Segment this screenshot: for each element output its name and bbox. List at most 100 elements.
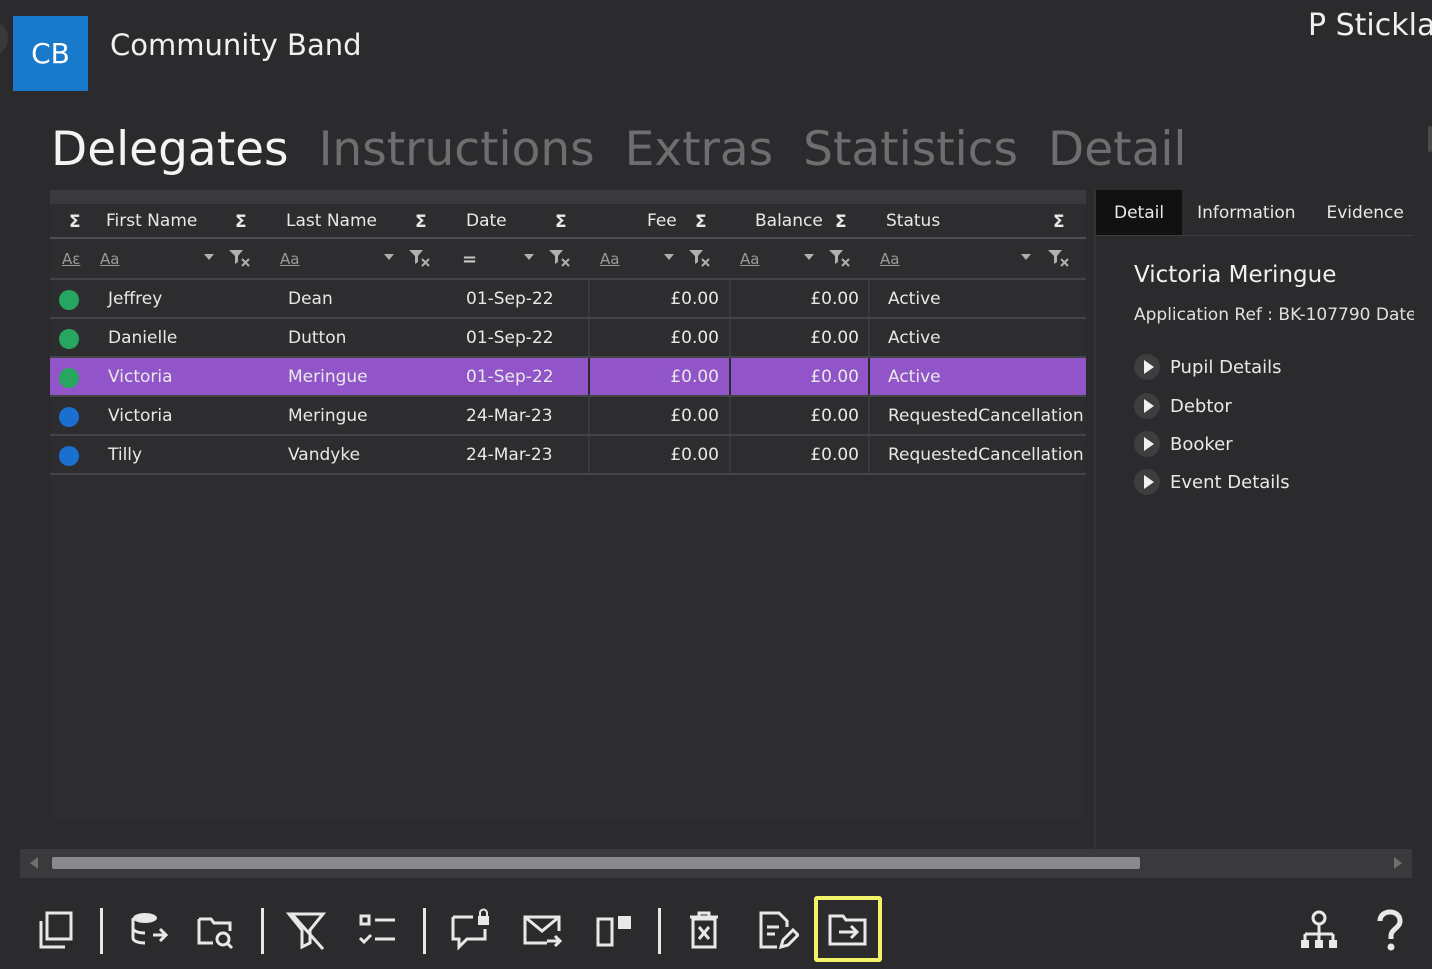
column-divider <box>729 319 731 356</box>
copy-button[interactable] <box>26 900 86 960</box>
toolbar-divider <box>261 908 264 954</box>
clear-filter-icon[interactable] <box>547 247 571 269</box>
tab-statistics[interactable]: Statistics <box>803 120 1018 180</box>
window-edge-button <box>0 20 8 56</box>
column-divider <box>729 397 731 434</box>
column-divider <box>588 319 590 356</box>
sigma-icon[interactable]: Σ <box>835 212 847 232</box>
grid-filter-row: Aε Aa Aa = Aa Aa Aa <box>50 239 1086 280</box>
detail-person-name: Victoria Meringue <box>1134 262 1337 288</box>
expand-arrow-icon[interactable] <box>1134 469 1160 495</box>
toolbar-divider <box>423 908 426 954</box>
sigma-icon[interactable]: Σ <box>555 212 567 232</box>
clear-filter-icon <box>285 912 327 950</box>
chevron-down-icon[interactable] <box>204 254 214 260</box>
clear-filter-icon[interactable] <box>827 247 851 269</box>
status-dot-icon <box>59 407 79 427</box>
tab-detail-panel[interactable]: Detail <box>1096 190 1183 235</box>
column-divider <box>868 397 870 434</box>
tab-delegates[interactable]: Delegates <box>51 120 289 180</box>
database-export-button[interactable] <box>118 900 178 960</box>
application-ref: Application Ref : BK-107790 Date : 0 <box>1134 305 1414 325</box>
column-divider <box>868 319 870 356</box>
tab-information[interactable]: Information <box>1182 190 1310 235</box>
chevron-down-icon[interactable] <box>524 254 534 260</box>
cell-first-name: Victoria <box>108 366 173 387</box>
folder-move-button[interactable] <box>814 896 882 962</box>
expander-label: Debtor <box>1170 395 1232 417</box>
tab-evidence[interactable]: Evidence <box>1311 190 1419 235</box>
filter-input-status-dot[interactable]: Aε <box>62 250 80 268</box>
chevron-down-icon[interactable] <box>384 254 394 260</box>
cell-date: 01-Sep-22 <box>466 327 554 348</box>
header-first-name[interactable]: First Name <box>106 204 197 237</box>
clear-filter-icon[interactable] <box>407 247 431 269</box>
horizontal-scrollbar[interactable] <box>20 849 1412 878</box>
tab-extras[interactable]: Extras <box>625 120 774 180</box>
sigma-icon[interactable]: Σ <box>69 212 81 232</box>
expander-event-details[interactable]: Event Details <box>1134 469 1290 495</box>
document-edit-button[interactable] <box>746 900 806 960</box>
filter-input-fee[interactable]: Aa <box>600 250 619 268</box>
folder-search-button[interactable] <box>186 900 246 960</box>
column-divider <box>729 358 731 395</box>
sigma-icon[interactable]: Σ <box>695 212 707 232</box>
table-row[interactable]: Tilly Vandyke 24-Mar-23 £0.00 £0.00 Requested… <box>50 436 1086 475</box>
document-edit-icon <box>759 911 799 950</box>
expander-label: Pupil Details <box>1170 356 1282 378</box>
expand-arrow-icon[interactable] <box>1134 354 1160 380</box>
toolbar-divider <box>658 908 661 954</box>
clear-filter-icon[interactable] <box>227 247 251 269</box>
email-forward-button[interactable] <box>512 900 572 960</box>
detail-tabs: Detail Information Evidence <box>1096 190 1419 235</box>
sigma-icon[interactable]: Σ <box>415 212 427 232</box>
filter-input-balance[interactable]: Aa <box>740 250 759 268</box>
layout-icon <box>596 916 631 947</box>
filter-op-date[interactable]: = <box>462 249 477 270</box>
tab-detail[interactable]: Detail <box>1048 120 1186 180</box>
filter-input-last-name[interactable]: Aa <box>280 250 299 268</box>
clear-filter-icon[interactable] <box>1046 247 1070 269</box>
expand-arrow-icon[interactable] <box>1134 393 1160 419</box>
sigma-icon[interactable]: Σ <box>1053 212 1065 232</box>
expand-arrow-icon[interactable] <box>1134 431 1160 457</box>
table-row[interactable]: Danielle Dutton 01-Sep-22 £0.00 £0.00 Active <box>50 319 1086 358</box>
header-status[interactable]: Status <box>886 204 940 237</box>
table-row[interactable]: Victoria Meringue 24-Mar-23 £0.00 £0.00 Reque… <box>50 397 1086 436</box>
header-fee[interactable]: Fee <box>647 204 677 237</box>
toolbar-divider <box>100 908 103 954</box>
checklist-icon <box>358 914 395 945</box>
org-chart-button[interactable] <box>1289 900 1349 960</box>
header-last-name[interactable]: Last Name <box>286 204 377 237</box>
filter-input-first-name[interactable]: Aa <box>100 250 119 268</box>
delegates-grid: Σ First Name Σ Last Name Σ Date Σ Fee Σ … <box>50 190 1086 820</box>
delete-button[interactable] <box>674 900 734 960</box>
layout-button[interactable] <box>584 900 644 960</box>
sigma-icon[interactable]: Σ <box>235 212 247 232</box>
cell-balance: £0.00 <box>810 405 859 426</box>
chevron-down-icon[interactable] <box>664 254 674 260</box>
scrollbar-thumb[interactable] <box>52 857 1140 869</box>
chevron-down-icon[interactable] <box>1021 254 1031 260</box>
checklist-button[interactable] <box>348 900 408 960</box>
cell-first-name: Victoria <box>108 405 173 426</box>
help-button[interactable] <box>1360 900 1420 960</box>
header-date[interactable]: Date <box>466 204 507 237</box>
database-export-icon <box>131 913 169 945</box>
expander-pupil-details[interactable]: Pupil Details <box>1134 354 1282 380</box>
user-name[interactable]: P Sticklar <box>1308 8 1432 43</box>
table-row[interactable]: Victoria Meringue 01-Sep-22 £0.00 £0.00 Activ… <box>50 358 1086 397</box>
clear-all-filters-button[interactable] <box>276 900 336 960</box>
app-title: Community Band <box>110 28 362 62</box>
header-balance[interactable]: Balance <box>755 204 823 237</box>
scroll-left-icon[interactable] <box>30 857 38 869</box>
scroll-right-icon[interactable] <box>1394 857 1402 869</box>
chevron-down-icon[interactable] <box>804 254 814 260</box>
table-row[interactable]: Jeffrey Dean 01-Sep-22 £0.00 £0.00 Active <box>50 280 1086 319</box>
clear-filter-icon[interactable] <box>687 247 711 269</box>
filter-input-status[interactable]: Aa <box>880 250 899 268</box>
expander-booker[interactable]: Booker <box>1134 431 1233 457</box>
comment-lock-button[interactable] <box>440 900 500 960</box>
tab-instructions[interactable]: Instructions <box>319 120 595 180</box>
expander-debtor[interactable]: Debtor <box>1134 393 1232 419</box>
